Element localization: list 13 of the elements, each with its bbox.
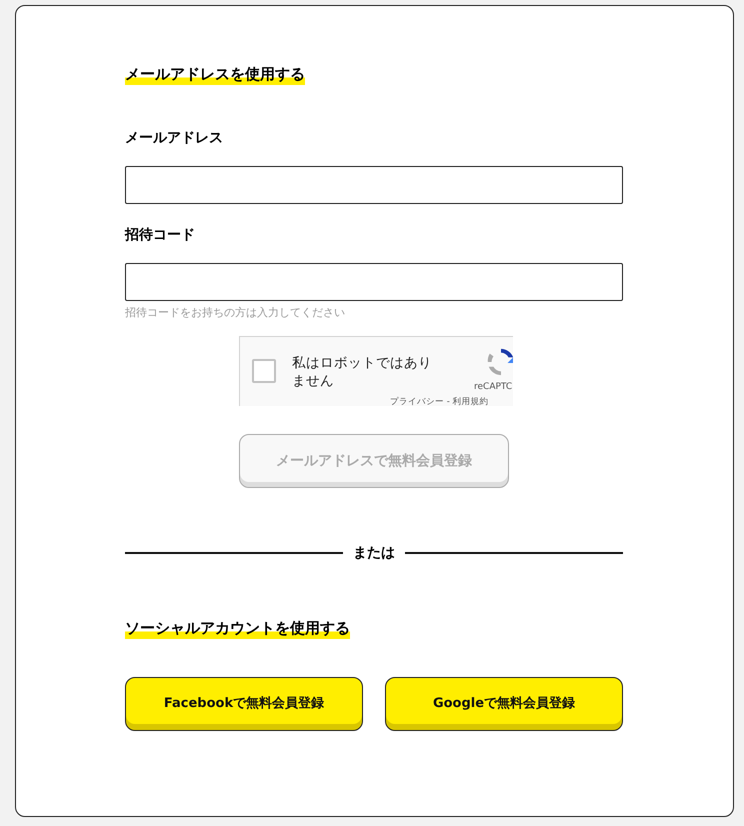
field-label: 招待コード <box>125 226 196 244</box>
divider-text: または <box>353 544 395 562</box>
recaptcha-logo-icon <box>486 347 513 377</box>
field-hint: 招待コードをお持ちの方は入力してください <box>125 305 346 320</box>
field-label: メールアドレス <box>125 129 224 147</box>
captcha-brand: reCAPTC <box>474 382 512 392</box>
captcha-links[interactable]: プライバシー - 利用規約 <box>390 396 488 406</box>
social-login-button[interactable]: Googleで無料会員登録 <box>385 677 623 731</box>
input-field[interactable] <box>125 263 623 301</box>
captcha-label: 私はロボットではありません <box>292 354 433 390</box>
input-field[interactable] <box>125 166 623 204</box>
social-login-button[interactable]: Facebookで無料会員登録 <box>125 677 363 731</box>
checkbox[interactable] <box>252 359 276 383</box>
